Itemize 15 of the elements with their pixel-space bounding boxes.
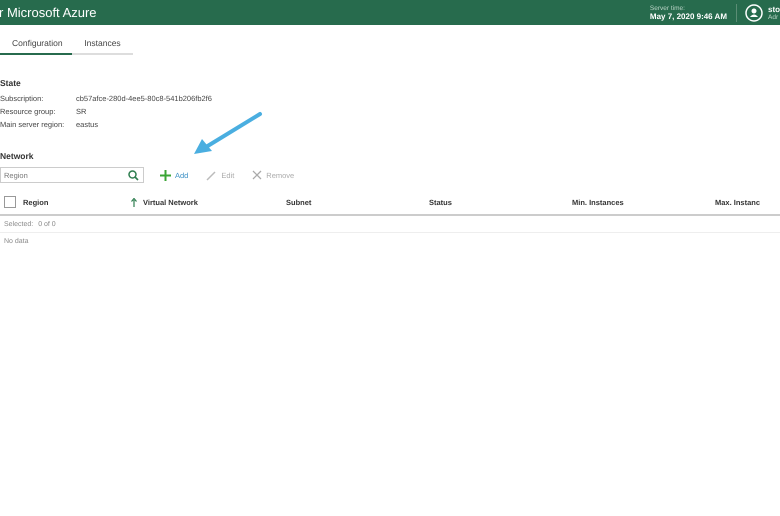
search-icon [128, 170, 139, 181]
section-heading: Network [0, 151, 35, 161]
server-time: May 7, 2020 9:46 AM [650, 12, 727, 20]
app-title: r Microsoft Azure [0, 5, 97, 20]
section-heading: State [0, 78, 22, 88]
select-all-checkbox[interactable] [4, 196, 16, 208]
pencil-icon [206, 170, 218, 180]
tab[interactable]: Configuration [0, 34, 72, 55]
tab[interactable]: Instances [72, 34, 133, 55]
sort-arrow-icon[interactable] [131, 198, 137, 206]
user-name: sto [768, 4, 780, 14]
callout-arrow [192, 111, 264, 157]
user-avatar-icon[interactable] [745, 4, 763, 22]
plus-icon [160, 170, 171, 180]
cross-icon [252, 170, 262, 180]
